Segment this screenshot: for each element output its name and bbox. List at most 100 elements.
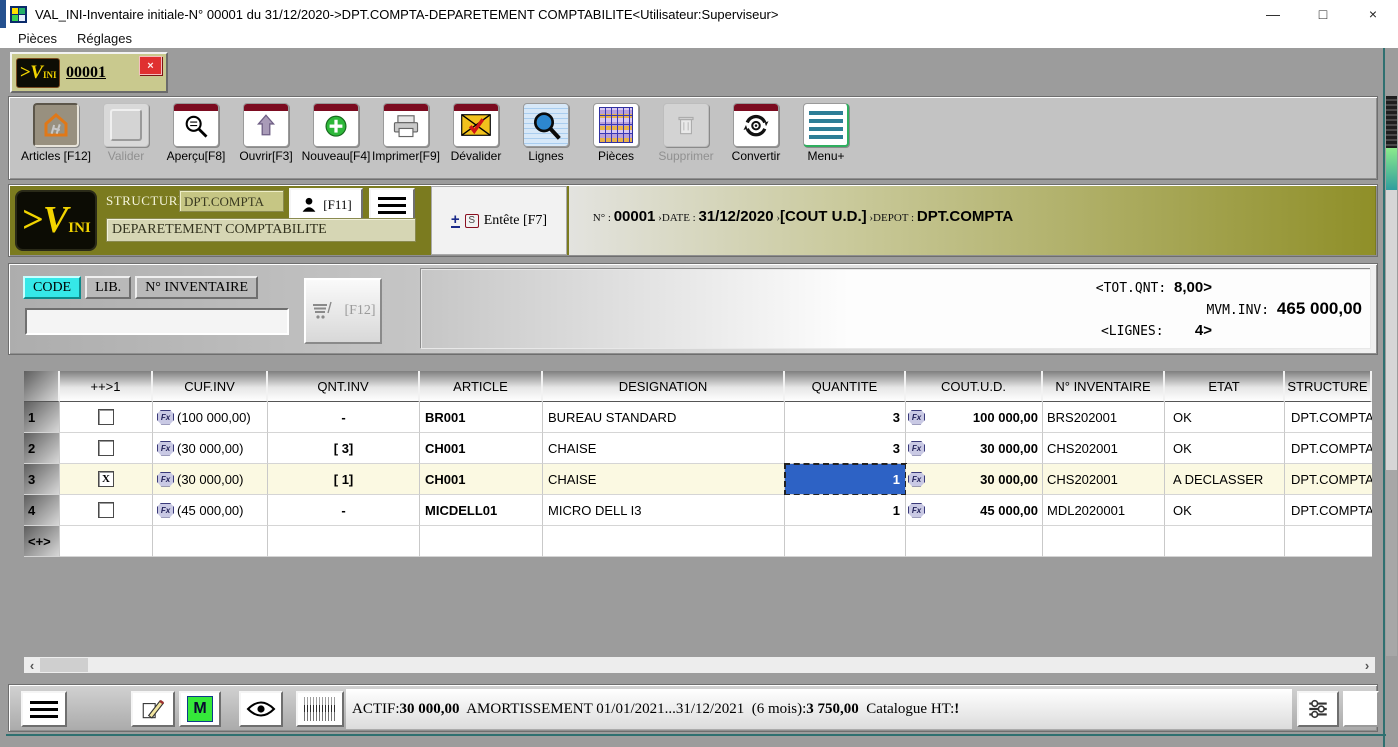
col-select[interactable]: ++>1 [60,371,153,402]
row-number: 3 [24,464,60,495]
amortissement-value: 3 750,00 [806,701,859,718]
row-checkbox-checked[interactable]: X [98,471,114,487]
quantite-cell[interactable]: 1 [785,495,906,526]
filter-inventaire-button[interactable]: N° INVENTAIRE [135,276,258,299]
doc-cout-mode: [COUT U.D.] [780,208,867,225]
minimize-button[interactable]: — [1248,0,1298,28]
ouvrir-button[interactable]: Ouvrir[F3] [231,103,301,163]
view-button[interactable] [239,691,283,727]
add-row-marker[interactable]: <+> [24,526,60,557]
person-button[interactable]: [F11] [289,188,363,222]
mvm-inv-label: MVM.INV: [1206,303,1276,318]
tab-close-icon[interactable]: × [139,56,162,75]
col-structure[interactable]: STRUCTURE [1285,371,1372,402]
col-designation[interactable]: DESIGNATION [543,371,785,402]
m-button[interactable]: M [179,691,221,727]
bottom-bar: M ACTIF:30 000,00 AMORTISSEMENT 01/01/20… [8,684,1378,732]
menu-pieces[interactable]: Pièces [10,30,65,47]
scroll-right-icon[interactable]: › [1359,657,1375,673]
etat-cell: OK [1165,495,1285,526]
structure-name-field[interactable]: DEPARETEMENT COMPTABILITE [106,218,416,242]
row-number: 4 [24,495,60,526]
tab-document-number[interactable]: 00001 [66,64,106,82]
options-button[interactable] [1297,691,1339,727]
articles-button[interactable]: Articles [F12] [21,103,91,163]
lignes-label: <LIGNES: [1101,324,1195,339]
blank-icon [103,103,149,147]
table-row[interactable]: 1 Fx(100 000,00) - BR001 BUREAU STANDARD… [24,402,1373,433]
table-row-selected[interactable]: 3 X Fx(30 000,00) [ 1] CH001 CHAISE 1 Fx… [24,464,1373,495]
col-qnt-inv[interactable]: QNT.INV [268,371,420,402]
lignes-button[interactable]: Lignes [511,103,581,163]
bottom-menu-button[interactable] [21,691,67,727]
convertir-button[interactable]: Convertir [721,103,791,163]
col-quantite[interactable]: QUANTITE [785,371,906,402]
structure-code-field[interactable]: DPT.COMPTA [179,190,284,212]
scroll-left-icon[interactable]: ‹ [24,657,40,673]
horizontal-scrollbar[interactable]: ‹ › [24,657,1375,673]
menu-reglages[interactable]: Réglages [69,30,140,47]
quantite-cell[interactable]: 3 [785,402,906,433]
structure-label: STRUCTURE: [106,193,190,209]
fx-icon[interactable]: Fx [157,410,174,425]
printer-icon [383,103,429,147]
table-row[interactable]: 2 Fx(30 000,00) [ 3] CH001 CHAISE 3 Fx30… [24,433,1373,464]
barcode-icon [304,697,336,721]
vertical-scroll-thumb[interactable] [1386,470,1397,656]
doc-date: 31/12/2020 [698,208,773,225]
pieces-button[interactable]: Pièces [581,103,651,163]
maximize-button[interactable]: □ [1298,0,1348,28]
apercu-button[interactable]: Aperçu[F8] [161,103,231,163]
tot-qnt-value: 8,00> [1174,279,1212,296]
search-input[interactable] [25,308,289,335]
sliders-icon [1306,697,1330,721]
quantite-cell-selected[interactable]: 1 [785,464,906,495]
fx-icon[interactable]: Fx [157,503,174,518]
imprimer-button[interactable]: Imprimer[F9] [371,103,441,163]
entete-panel[interactable]: + S Entête [F7] [431,186,567,255]
filter-lib-button[interactable]: LIB. [85,276,131,299]
col-cuf-inv[interactable]: CUF.INV [153,371,268,402]
col-etat[interactable]: ETAT [1165,371,1285,402]
cart-f12-button[interactable]: [F12] [304,278,382,344]
menu-plus-button[interactable]: Menu+ [791,103,861,163]
horizontal-scroll-thumb[interactable] [40,658,88,672]
menu-bar: Pièces Réglages [0,28,1398,48]
fx-icon[interactable]: Fx [908,441,925,456]
row-checkbox[interactable] [98,502,114,518]
table-add-row[interactable]: <+> [24,526,1373,557]
search-band: CODE LIB. N° INVENTAIRE [F12] <TOT.QNT: … [8,263,1378,355]
fx-icon[interactable]: Fx [908,503,925,518]
vertical-scrollbar[interactable] [1386,96,1397,656]
filter-code-button[interactable]: CODE [23,276,81,299]
col-n-inventaire[interactable]: N° INVENTAIRE [1043,371,1165,402]
s-badge-icon: S [465,214,479,228]
document-tab[interactable]: >VINI 00001 × [10,52,168,93]
entete-label[interactable]: Entête [F7] [484,213,547,229]
tot-qnt-label: <TOT.QNT: [1096,281,1174,296]
devalider-button[interactable]: Dévalider [441,103,511,163]
quantite-cell[interactable]: 3 [785,433,906,464]
fx-icon[interactable]: Fx [908,472,925,487]
col-cout-ud[interactable]: COUT.U.D. [906,371,1043,402]
doc-date-label: ›DATE : [655,212,698,224]
title-bar: VAL_INI-Inventaire initiale-N° 00001 du … [0,0,1398,28]
close-button[interactable]: × [1348,0,1398,28]
barcode-button[interactable] [296,691,344,727]
edit-button[interactable] [131,691,175,727]
nouveau-button[interactable]: Nouveau[F4] [301,103,371,163]
hamburger-icon [30,701,58,704]
totals-panel: <TOT.QNT: 8,00> MVM.INV: 465 000,00 <LIG… [421,269,1371,349]
row-number: 1 [24,402,60,433]
fx-icon[interactable]: Fx [908,410,925,425]
col-article[interactable]: ARTICLE [420,371,543,402]
plus-icon[interactable]: + [451,214,460,228]
row-checkbox[interactable] [98,409,114,425]
fx-icon[interactable]: Fx [157,472,174,487]
header-menu-button[interactable] [369,188,415,222]
trash-icon [663,103,709,147]
table-row[interactable]: 4 Fx(45 000,00) - MICDELL01 MICRO DELL I… [24,495,1373,526]
row-checkbox[interactable] [98,440,114,456]
doc-depot: DPT.COMPTA [917,208,1013,225]
fx-icon[interactable]: Fx [157,441,174,456]
